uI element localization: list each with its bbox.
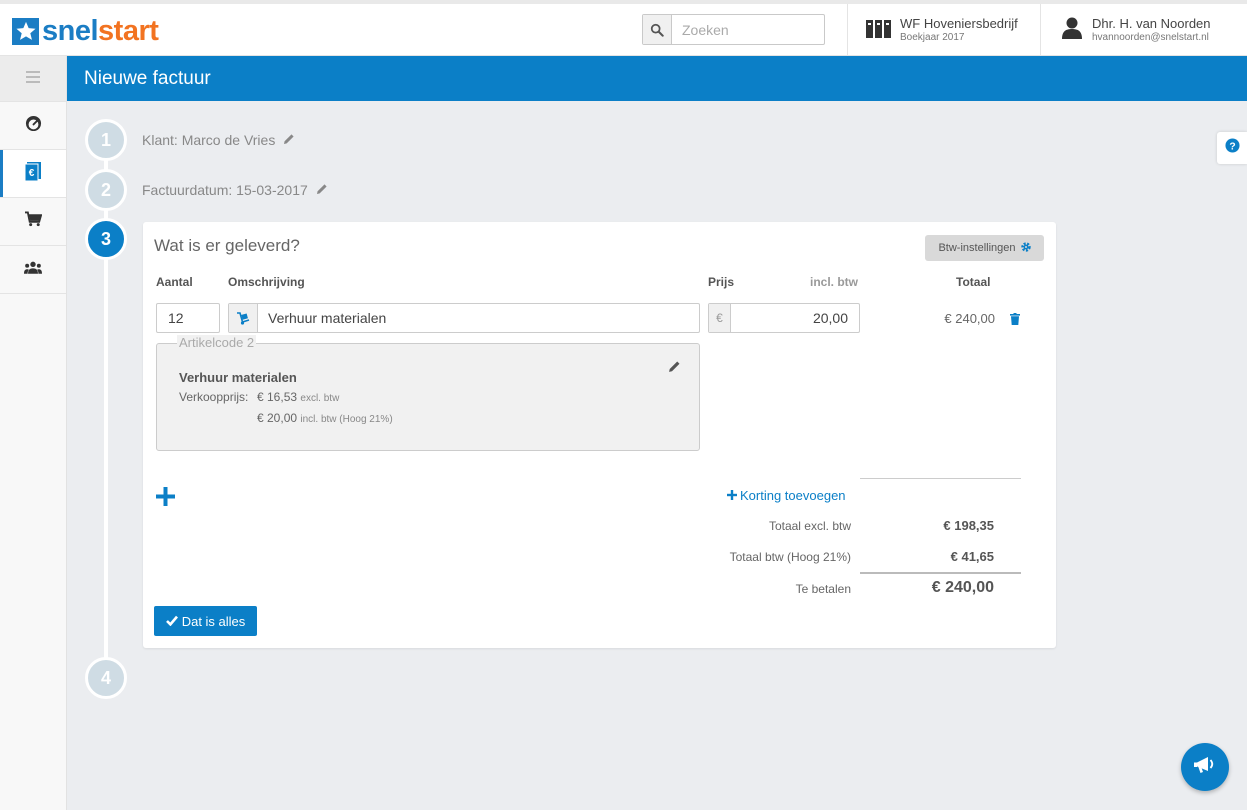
pay-value: € 240,00 (931, 579, 994, 596)
step-1-circle: 1 (85, 119, 127, 161)
step-3-label: Wat is er geleverd? (154, 236, 300, 255)
svg-text:?: ? (1229, 141, 1235, 152)
invoice-icon: € (24, 161, 41, 186)
pencil-icon[interactable] (283, 132, 295, 148)
sidebar-menu-toggle[interactable] (0, 56, 66, 102)
article-details: Artikelcode 2 Verhuur materialen Verkoop… (156, 335, 700, 451)
total-btw-label: Totaal btw (Hoog 21%) (729, 550, 851, 564)
btw-settings-button[interactable]: Btw-instellingen (925, 235, 1044, 261)
plus-icon (727, 488, 737, 503)
header-totaal: Totaal (956, 275, 991, 289)
trash-icon[interactable] (1010, 312, 1020, 330)
description-field[interactable]: Verhuur materialen (228, 303, 700, 333)
add-discount-label: Korting toevoegen (740, 488, 846, 503)
top-bar: snelstart WF Hoveniersbedrijf Boekjaar 2… (0, 0, 1247, 56)
total-excl-value: € 198,35 (943, 518, 994, 533)
svg-text:€: € (29, 168, 35, 179)
summary-divider (860, 572, 1021, 574)
cart-icon (24, 211, 42, 232)
add-line-button[interactable] (156, 487, 175, 511)
gear-icon (1020, 241, 1031, 255)
page-title: Nieuwe factuur (67, 56, 1247, 101)
user-menu[interactable]: Dhr. H. van Noorden hvannoorden@snelstar… (1062, 16, 1211, 44)
help-button[interactable]: ? (1217, 132, 1247, 164)
price-value: 20,00 (812, 310, 848, 326)
user-email: hvannoorden@snelstart.nl (1092, 32, 1209, 43)
add-discount-link[interactable]: Korting toevoegen (727, 488, 846, 503)
menu-icon (26, 70, 40, 88)
done-button-label: Dat is alles (181, 613, 246, 629)
btw-settings-label: Btw-instellingen (938, 242, 1016, 254)
step-3-circle: 3 (85, 218, 127, 260)
total-excl-label: Totaal excl. btw (768, 519, 851, 533)
step-1[interactable]: Klant: Marco de Vries (142, 132, 295, 148)
quantity-input[interactable]: 12 (156, 303, 220, 333)
logo-wordmark: snelstart (42, 15, 159, 47)
plus-icon (156, 487, 175, 510)
hand-truck-icon[interactable] (229, 304, 258, 332)
search-input[interactable] (672, 15, 822, 44)
sale-price-label: Verkoopprijs: (179, 390, 249, 404)
summary-divider (860, 478, 1021, 479)
step-2-label: Factuurdatum: 15-03-2017 (142, 182, 308, 198)
sidebar-item-purchases[interactable] (0, 198, 66, 246)
delivered-items-card: Wat is er geleverd? Btw-instellingen Aan… (143, 222, 1056, 648)
pencil-icon[interactable] (316, 182, 328, 198)
sidebar-item-dashboard[interactable] (0, 102, 66, 150)
fiscal-year: Boekjaar 2017 (900, 32, 965, 43)
megaphone-icon (1194, 755, 1216, 780)
header-aantal: Aantal (156, 275, 193, 289)
article-name: Verhuur materialen (179, 370, 297, 385)
search-box (642, 14, 825, 45)
divider (1040, 4, 1041, 56)
line-total: € 240,00 (944, 311, 995, 326)
divider (847, 4, 848, 56)
done-button[interactable]: Dat is alles (154, 606, 257, 636)
pay-label: Te betalen (795, 582, 851, 596)
step-2-circle: 2 (85, 169, 127, 211)
books-icon (866, 18, 891, 43)
header-prijs: Prijs (708, 275, 735, 289)
search-icon[interactable] (643, 15, 672, 44)
star-icon (12, 17, 39, 45)
user-icon (1062, 17, 1082, 44)
announcement-button[interactable] (1181, 743, 1229, 791)
sidebar-item-relations[interactable] (0, 246, 66, 294)
company-name: WF Hoveniersbedrijf (900, 16, 1018, 31)
total-btw-value: € 41,65 (950, 549, 994, 564)
help-icon: ? (1224, 138, 1240, 158)
people-icon (24, 261, 42, 279)
pencil-icon[interactable] (668, 360, 681, 378)
description-value: Verhuur materialen (268, 310, 387, 326)
euro-addon: € (709, 304, 731, 332)
article-code: Artikelcode 2 (177, 335, 257, 351)
sidebar: € (0, 56, 67, 810)
sidebar-item-invoices[interactable]: € (0, 150, 66, 198)
user-name: Dhr. H. van Noorden (1092, 16, 1211, 31)
header-omschrijving: Omschrijving (228, 275, 305, 289)
dashboard-icon (25, 115, 42, 137)
step-1-label: Klant: Marco de Vries (142, 132, 276, 148)
step-2[interactable]: Factuurdatum: 15-03-2017 (142, 182, 328, 198)
header-incl-btw: incl. btw (810, 275, 858, 289)
snelstart-logo[interactable]: snelstart (12, 15, 159, 47)
company-switcher[interactable]: WF Hoveniersbedrijf Boekjaar 2017 (866, 16, 1018, 44)
price-incl: € 20,00 incl. btw (Hoog 21%) (257, 411, 393, 425)
price-field[interactable]: € 20,00 (708, 303, 860, 333)
step-4-circle: 4 (85, 657, 127, 699)
price-excl: € 16,53 excl. btw (257, 390, 340, 404)
check-icon (165, 614, 178, 629)
